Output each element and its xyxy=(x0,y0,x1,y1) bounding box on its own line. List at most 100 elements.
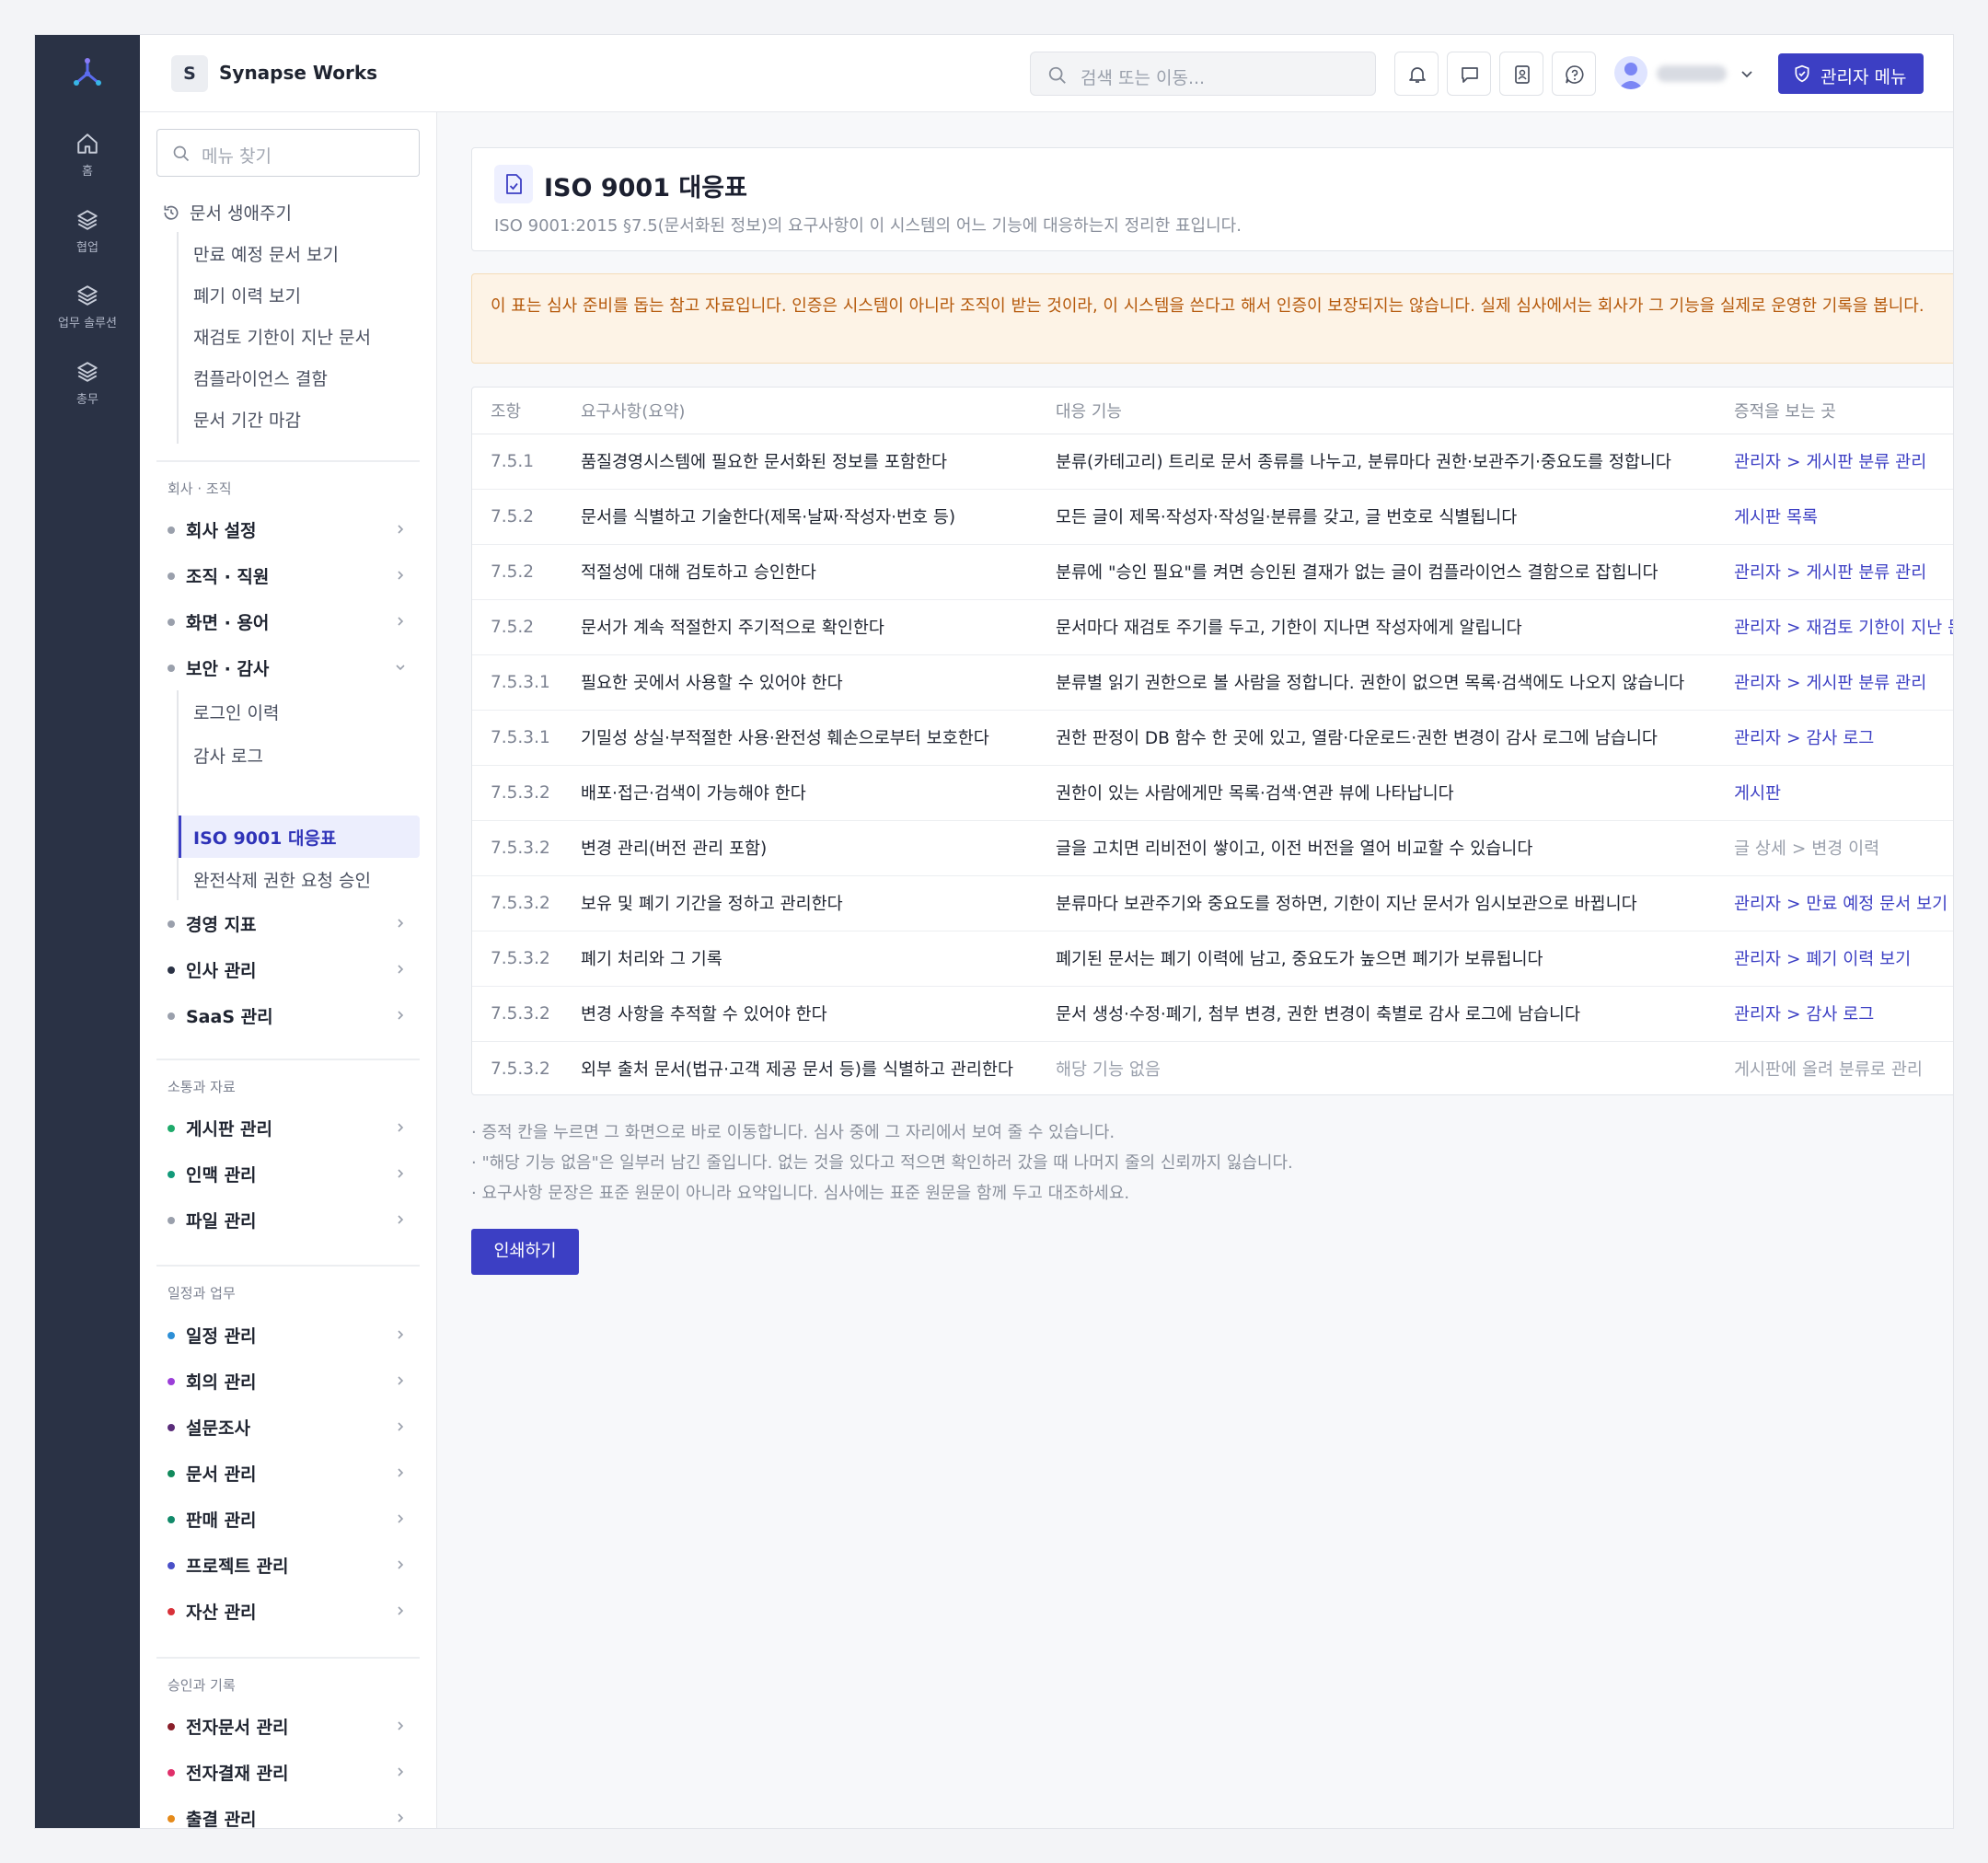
cell-requirement: 적절성에 대해 검토하고 승인한다 xyxy=(562,544,1037,600)
sidebar-item-label: 보안 · 감사 xyxy=(186,659,270,679)
sidebar-item-attendance-mgmt[interactable]: 출결 관리 xyxy=(168,1806,257,1828)
status-dot xyxy=(168,1217,175,1224)
status-dot xyxy=(168,1516,175,1523)
shield-check-icon xyxy=(1795,64,1809,83)
sidebar-item-doc-mgmt[interactable]: 문서 관리 xyxy=(168,1461,257,1486)
admin-menu-button[interactable]: 관리자 메뉴 xyxy=(1778,53,1924,94)
sidebar-item-edoc-mgmt[interactable]: 전자문서 관리 xyxy=(168,1714,289,1739)
sidebar-item-file-mgmt[interactable]: 파일 관리 xyxy=(168,1208,257,1232)
sidebar-item-schedule-mgmt[interactable]: 일정 관리 xyxy=(168,1323,257,1348)
evidence-link[interactable]: 게시판 xyxy=(1716,765,1953,821)
disclaimer-notice: 이 표는 심사 준비를 돕는 참고 자료입니다. 인증은 시스템이 아니라 조직… xyxy=(471,273,1953,364)
sidebar-item-eapproval-mgmt[interactable]: 전자결재 관리 xyxy=(168,1760,289,1785)
lifecycle-group[interactable]: 문서 생애주기 xyxy=(162,200,292,225)
sidebar-item-survey[interactable]: 설문조사 xyxy=(168,1415,250,1440)
chevron-right-icon xyxy=(398,965,404,974)
section-label-approval: 승인과 기록 xyxy=(168,1677,236,1694)
evidence-link[interactable]: 관리자 > 게시판 분류 관리 xyxy=(1716,654,1953,711)
help-button[interactable] xyxy=(1552,52,1596,96)
sidebar-item-label: 인사 관리 xyxy=(186,961,257,981)
sidebar-item-project-mgmt[interactable]: 프로젝트 관리 xyxy=(168,1553,289,1578)
table-row: 7.5.1 품질경영시스템에 필요한 문서화된 정보를 포함한다 분류(카테고리) … xyxy=(472,434,1953,490)
sidebar-divider xyxy=(156,1059,420,1060)
evidence-link[interactable]: 관리자 > 재검토 기한이 지난 문서 xyxy=(1716,599,1953,655)
col-header-evidence: 증적을 보는 곳 xyxy=(1716,388,1953,434)
sidebar-item-screen-terms[interactable]: 화면 · 용어 xyxy=(168,609,269,634)
evidence-link[interactable]: 관리자 > 폐기 이력 보기 xyxy=(1716,931,1953,987)
status-dot xyxy=(168,966,175,974)
sidebar-divider xyxy=(156,460,420,462)
sidebar-item-doc-period-close[interactable]: 문서 기간 마감 xyxy=(193,407,301,432)
sidebar-item-company-settings[interactable]: 회사 설정 xyxy=(168,517,257,542)
menu-search-input[interactable]: 메뉴 찾기 xyxy=(156,129,420,177)
cell-clause: 7.5.3.1 xyxy=(472,710,562,766)
cell-function: 문서마다 재검토 주기를 두고, 기한이 지나면 작성자에게 알립니다 xyxy=(1037,599,1716,655)
app-logo-icon[interactable] xyxy=(70,55,105,90)
workspace-name[interactable]: Synapse Works xyxy=(219,62,377,84)
rail-item-solutions[interactable]: 업무 솔루션 xyxy=(35,284,140,330)
layers-icon xyxy=(77,285,98,306)
cell-clause: 7.5.1 xyxy=(472,434,562,490)
table-row: 7.5.2 적절성에 대해 검토하고 승인한다 분류에 "승인 필요"를 켜면 승인… xyxy=(472,544,1953,600)
bell-icon xyxy=(1409,67,1426,83)
rail-item-general-affairs[interactable]: 총무 xyxy=(35,360,140,407)
messages-button[interactable] xyxy=(1447,52,1491,96)
sidebar-item-login-history[interactable]: 로그인 이력 xyxy=(193,700,279,724)
security-tree-line xyxy=(177,690,179,900)
table-row: 7.5.3.2 외부 출처 문서(법규·고객 제공 문서 등)를 식별하고 관리한… xyxy=(472,1041,1953,1094)
cell-clause: 7.5.3.2 xyxy=(472,986,562,1042)
footnote: · 요구사항 문장은 표준 원문이 아니라 요약입니다. 심사에는 표준 원문을… xyxy=(471,1184,1130,1203)
evidence-link[interactable]: 관리자 > 감사 로그 xyxy=(1716,710,1953,766)
sidebar-item-label: 전자결재 관리 xyxy=(186,1764,289,1784)
chevron-right-icon xyxy=(398,1514,404,1523)
sidebar-item-meeting-mgmt[interactable]: 회의 관리 xyxy=(168,1369,257,1394)
footnote: · 증적 칸을 누르면 그 화면으로 바로 이동합니다. 심사 중에 그 자리에… xyxy=(471,1123,1115,1142)
evidence-link[interactable]: 관리자 > 게시판 분류 관리 xyxy=(1716,434,1953,490)
sidebar-item-audit-log[interactable]: 감사 로그 xyxy=(193,743,263,768)
chevron-down-icon[interactable] xyxy=(1740,66,1754,81)
sidebar-item-hr[interactable]: 인사 관리 xyxy=(168,957,257,982)
sidebar-item-saas[interactable]: SaaS 관리 xyxy=(168,1003,273,1028)
sidebar-item-label: 전자문서 관리 xyxy=(186,1718,289,1738)
rail-item-collab[interactable]: 협업 xyxy=(35,208,140,255)
status-dot xyxy=(168,1562,175,1569)
cell-clause: 7.5.2 xyxy=(472,599,562,655)
status-dot xyxy=(168,1012,175,1020)
status-dot xyxy=(168,1424,175,1431)
cell-function: 분류에 "승인 필요"를 켜면 승인된 결재가 없는 글이 컴플라이언스 결함으… xyxy=(1037,544,1716,600)
sidebar-item-mgmt-metrics[interactable]: 경영 지표 xyxy=(168,911,257,936)
sidebar-item-disposal-history[interactable]: 폐기 이력 보기 xyxy=(193,283,301,307)
evidence-link[interactable]: 관리자 > 감사 로그 xyxy=(1716,986,1953,1042)
user-avatar[interactable] xyxy=(1614,56,1647,89)
print-button[interactable]: 인쇄하기 xyxy=(471,1229,579,1275)
status-dot xyxy=(168,1608,175,1615)
sidebar-item-sales-mgmt[interactable]: 판매 관리 xyxy=(168,1507,257,1532)
chevron-right-icon xyxy=(398,1123,404,1132)
sidebar-item-overdue-review[interactable]: 재검토 기한이 지난 문서 xyxy=(193,324,371,349)
notifications-button[interactable] xyxy=(1394,52,1439,96)
sidebar-item-security-audit[interactable]: 보안 · 감사 xyxy=(168,655,269,680)
evidence-link[interactable]: 게시판 목록 xyxy=(1716,489,1953,545)
workspace-badge[interactable]: S xyxy=(171,55,208,92)
global-search-input[interactable]: 검색 또는 이동... xyxy=(1030,52,1376,96)
page-header-card: ISO 9001 대응표 ISO 9001:2015 §7.5(문서화된 정보)… xyxy=(471,147,1953,251)
evidence-link[interactable]: 관리자 > 게시판 분류 관리 xyxy=(1716,544,1953,600)
sidebar-item-board-mgmt[interactable]: 게시판 관리 xyxy=(168,1116,272,1140)
sidebar-item-asset-mgmt[interactable]: 자산 관리 xyxy=(168,1599,257,1624)
rail-item-label: 홈 xyxy=(82,165,93,179)
sidebar-item-compliance-defects[interactable]: 컴플라이언스 결함 xyxy=(193,365,328,390)
evidence-link[interactable]: 관리자 > 만료 예정 문서 보기 xyxy=(1716,875,1953,932)
rail-item-home[interactable]: 홈 xyxy=(35,132,140,179)
layers-icon xyxy=(77,210,98,230)
cell-function: 모든 글이 제목·작성자·작성일·분류를 갖고, 글 번호로 식별됩니다 xyxy=(1037,489,1716,545)
sidebar-item-purge-approval[interactable]: 완전삭제 권한 요청 승인 xyxy=(193,867,371,892)
chevron-right-icon xyxy=(398,1215,404,1224)
sidebar-item-network-mgmt[interactable]: 인맥 관리 xyxy=(168,1162,257,1186)
user-name-redacted[interactable] xyxy=(1657,65,1727,82)
col-header-clause: 조항 xyxy=(472,388,562,434)
cell-clause: 7.5.3.2 xyxy=(472,931,562,987)
sidebar-item-expiring-docs[interactable]: 만료 예정 문서 보기 xyxy=(193,241,339,266)
contacts-button[interactable] xyxy=(1499,52,1543,96)
sidebar-item-org-staff[interactable]: 조직 · 직원 xyxy=(168,563,269,588)
chevron-right-icon xyxy=(398,1330,404,1339)
